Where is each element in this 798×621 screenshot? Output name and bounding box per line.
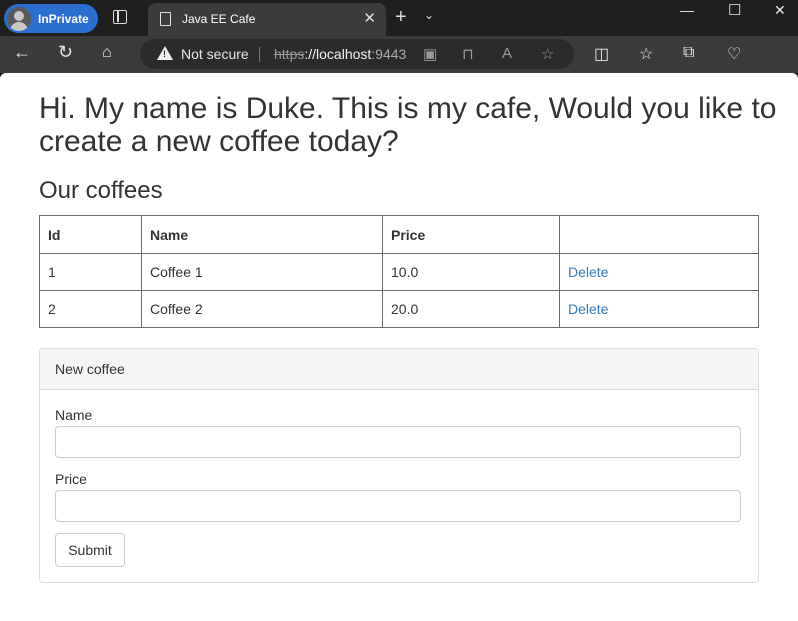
table-row: 1 Coffee 1 10.0 Delete — [39, 253, 759, 291]
close-tab-icon[interactable]: ✕ — [363, 9, 376, 27]
price-label: Price — [55, 471, 87, 487]
cell-price: 10.0 — [382, 253, 560, 291]
col-header-name: Name — [141, 215, 383, 254]
page-content: Hi. My name is Duke. This is my cafe, Wo… — [0, 73, 798, 621]
cell-name: Coffee 1 — [141, 253, 383, 291]
refresh-icon[interactable]: ↻ — [58, 42, 73, 63]
tab-title: Java EE Cafe — [182, 12, 256, 26]
col-header-id: Id — [39, 215, 142, 254]
favorites-icon[interactable]: ☆ — [639, 44, 653, 64]
delete-link[interactable]: Delete — [568, 301, 608, 317]
cell-action: Delete — [559, 253, 759, 291]
home-icon[interactable]: ⌂ — [102, 44, 112, 62]
profile-avatar-icon — [7, 6, 31, 31]
coffee-table: Id Name Price 1 Coffee 1 10.0 Delete 2 C… — [39, 215, 759, 328]
url-text[interactable]: https://localhost:9443 — [274, 46, 406, 62]
back-icon[interactable]: ← — [13, 42, 31, 63]
table-row: 2 Coffee 2 20.0 Delete — [39, 290, 759, 328]
name-input[interactable] — [55, 426, 741, 458]
cell-name: Coffee 2 — [141, 290, 383, 328]
name-label: Name — [55, 407, 93, 423]
address-separator — [259, 47, 260, 62]
col-header-action — [559, 215, 759, 254]
coffees-heading: Our coffees — [39, 177, 163, 204]
warning-icon — [157, 46, 173, 60]
new-tab-icon[interactable]: + — [395, 6, 407, 29]
cell-id: 1 — [39, 253, 142, 291]
minimize-icon[interactable]: — — [680, 2, 694, 18]
cell-id: 2 — [39, 290, 142, 328]
col-header-price: Price — [382, 215, 560, 254]
panel-title: New coffee — [40, 349, 758, 390]
inprivate-label: InPrivate — [38, 11, 89, 26]
url-scheme: https — [274, 46, 305, 62]
tab-strip: InPrivate Java EE Cafe ✕ + ⌄ — ☐ ✕ — [0, 0, 798, 36]
read-aloud-icon[interactable]: A — [502, 45, 512, 62]
cell-action: Delete — [559, 290, 759, 328]
maximize-icon[interactable]: ☐ — [728, 1, 741, 19]
apps-icon[interactable]: ▣ — [423, 45, 437, 63]
submit-button[interactable]: Submit — [55, 533, 125, 567]
cell-price: 20.0 — [382, 290, 560, 328]
inprivate-button[interactable]: InPrivate — [4, 4, 98, 33]
browser-toolbar: ← ↻ ⌂ Not secure https://localhost:9443 … — [0, 36, 798, 73]
favorite-star-icon[interactable]: ☆ — [541, 45, 554, 63]
page-title: Hi. My name is Duke. This is my cafe, Wo… — [39, 92, 777, 158]
tab-java-ee-cafe[interactable]: Java EE Cafe ✕ — [148, 3, 386, 36]
close-window-icon[interactable]: ✕ — [774, 2, 786, 19]
url-host: ://localhost — [304, 46, 372, 62]
table-header-row: Id Name Price — [39, 215, 759, 254]
delete-link[interactable]: Delete — [568, 264, 608, 280]
security-label[interactable]: Not secure — [181, 46, 249, 62]
url-port: :9443 — [371, 46, 407, 62]
price-input[interactable] — [55, 490, 741, 522]
split-screen-icon[interactable]: ◫ — [594, 44, 609, 64]
page-icon — [160, 12, 171, 26]
tab-actions-icon[interactable] — [113, 10, 127, 24]
new-coffee-panel: New coffee Name Price Submit — [39, 348, 759, 583]
shopping-icon[interactable]: ⊓ — [462, 45, 474, 63]
chevron-down-icon[interactable]: ⌄ — [424, 8, 434, 22]
address-bar[interactable]: Not secure https://localhost:9443 ▣ ⊓ A … — [140, 39, 574, 69]
browser-essentials-icon[interactable]: ♡ — [727, 44, 741, 64]
collections-icon[interactable]: ⧉ — [683, 44, 694, 62]
